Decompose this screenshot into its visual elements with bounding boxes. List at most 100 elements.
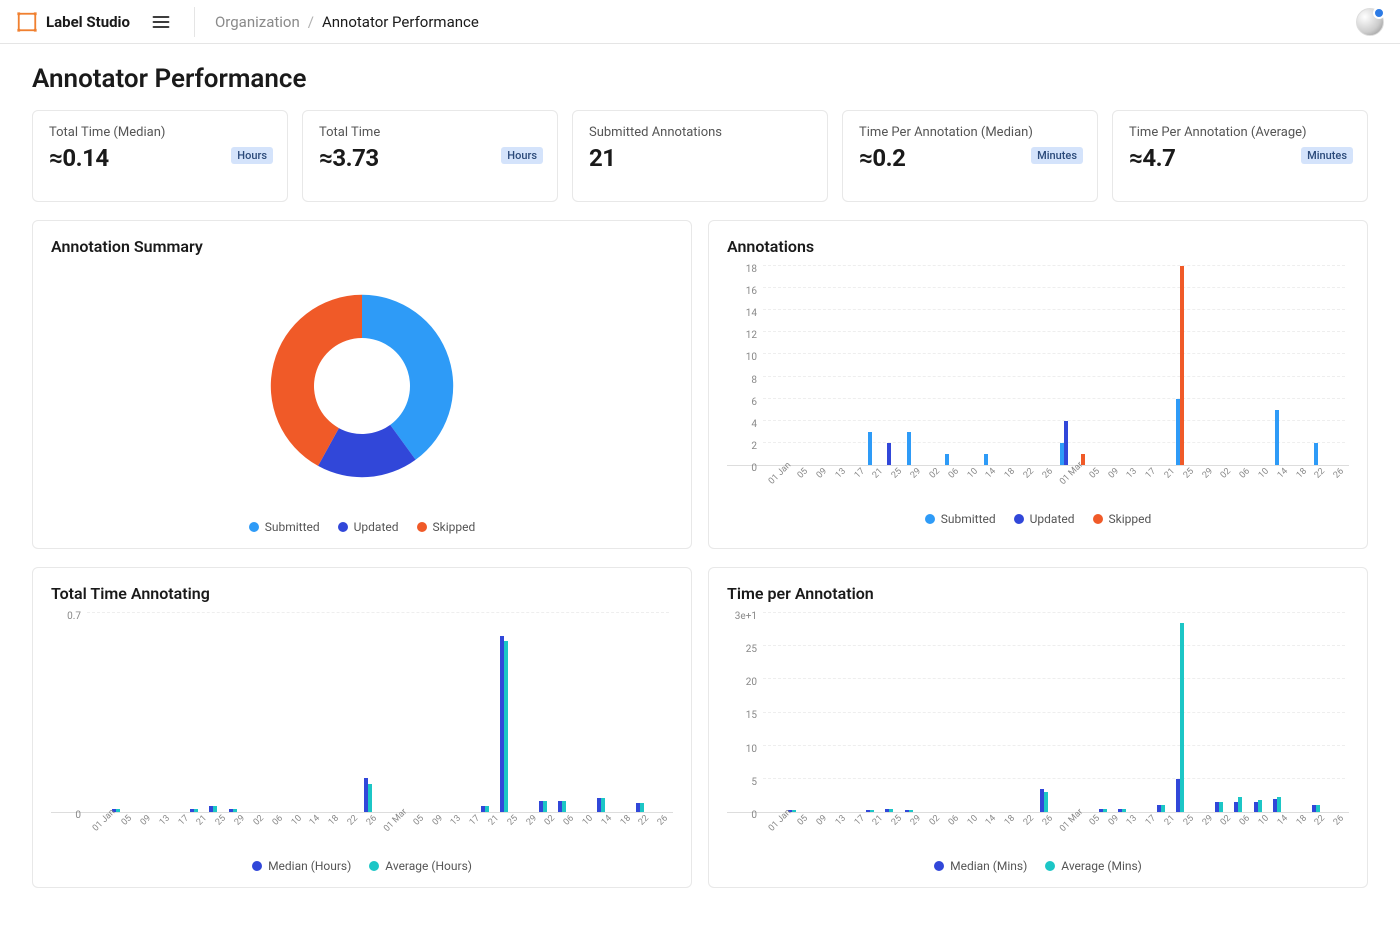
bar xyxy=(485,806,489,812)
bar xyxy=(504,641,508,812)
label-studio-icon xyxy=(16,11,38,33)
bar xyxy=(1103,809,1107,812)
bar xyxy=(233,809,237,812)
annotations-card: Annotations 02468101214161801 Jan0509131… xyxy=(708,220,1368,549)
donut-legend: Submitted Updated Skipped xyxy=(249,520,476,534)
legend-dot xyxy=(1045,861,1055,871)
bar xyxy=(1275,410,1279,465)
bar xyxy=(1316,805,1320,812)
legend-dot xyxy=(934,861,944,871)
kpi-card: Time Per Annotation (Average)≈4.7Minutes xyxy=(1112,110,1368,202)
bar xyxy=(868,432,872,465)
kpi-card: Time Per Annotation (Median)≈0.2Minutes xyxy=(842,110,1098,202)
legend-dot xyxy=(252,861,262,871)
kpi-unit-badge: Minutes xyxy=(1301,147,1353,164)
legend-dot xyxy=(249,522,259,532)
bar xyxy=(194,809,198,812)
kpi-label: Time Per Annotation (Average) xyxy=(1129,125,1351,140)
bar xyxy=(870,810,874,812)
bar xyxy=(601,798,605,812)
legend-item: Skipped xyxy=(417,520,476,534)
bar xyxy=(1122,809,1126,812)
kpi-unit-badge: Hours xyxy=(231,147,273,164)
legend-dot xyxy=(1093,514,1103,524)
chart-title: Total Time Annotating xyxy=(51,584,673,603)
bar xyxy=(792,810,796,812)
kpi-label: Total Time (Median) xyxy=(49,125,271,140)
chart-title: Annotations xyxy=(727,237,1349,256)
chart-row-1: Annotation Summary Submitted Updated Skipp… xyxy=(32,220,1368,549)
bar xyxy=(907,432,911,465)
legend-label: Submitted xyxy=(941,512,996,526)
breadcrumb: Organization / Annotator Performance xyxy=(215,13,479,31)
legend-dot xyxy=(417,522,427,532)
bar xyxy=(116,809,120,812)
bar xyxy=(1258,800,1262,812)
bar xyxy=(1180,623,1184,812)
legend-dot xyxy=(925,514,935,524)
bar xyxy=(1161,805,1165,812)
page-content: Annotator Performance Total Time (Median… xyxy=(0,44,1400,946)
kpi-unit-badge: Hours xyxy=(501,147,543,164)
kpi-unit-badge: Minutes xyxy=(1031,147,1083,164)
kpi-card: Submitted Annotations21 xyxy=(572,110,828,202)
legend-label: Median (Hours) xyxy=(268,859,351,873)
bar xyxy=(1219,802,1223,812)
legend-dot xyxy=(369,861,379,871)
bar xyxy=(1277,797,1281,812)
kpi-card: Total Time (Median)≈0.14Hours xyxy=(32,110,288,202)
bar xyxy=(984,454,988,465)
breadcrumb-current: Annotator Performance xyxy=(322,13,479,31)
total-time-legend: Median (Hours) Average (Hours) xyxy=(51,859,673,873)
legend-dot xyxy=(338,522,348,532)
app-name: Label Studio xyxy=(46,13,130,31)
bar xyxy=(1238,797,1242,812)
bar xyxy=(213,806,217,812)
bar xyxy=(1044,792,1048,812)
chart-row-2: Total Time Annotating 00.701 Jan05091317… xyxy=(32,567,1368,888)
donut-chart xyxy=(242,266,482,506)
annotations-bar-chart: 02468101214161801 Jan0509131721252902061… xyxy=(727,266,1349,490)
legend-item: Submitted xyxy=(249,520,320,534)
menu-button[interactable] xyxy=(148,9,174,35)
time-per-bar-chart: 05101520253e+101 Jan05091317212529020610… xyxy=(727,613,1349,837)
annotation-summary-card: Annotation Summary Submitted Updated Skipp… xyxy=(32,220,692,549)
bar xyxy=(887,443,891,465)
bar xyxy=(543,801,547,812)
bar xyxy=(1180,266,1184,465)
kpi-label: Time Per Annotation (Median) xyxy=(859,125,1081,140)
legend-label: Updated xyxy=(1030,512,1075,526)
divider xyxy=(194,7,195,37)
legend-item: Skipped xyxy=(1093,512,1152,526)
chart-title: Time per Annotation xyxy=(727,584,1349,603)
kpi-label: Total Time xyxy=(319,125,541,140)
logo[interactable]: Label Studio xyxy=(16,11,130,33)
bar xyxy=(909,810,913,812)
legend-label: Average (Hours) xyxy=(385,859,472,873)
user-avatar[interactable] xyxy=(1356,8,1384,36)
legend-label: Submitted xyxy=(265,520,320,534)
bar xyxy=(1064,421,1068,465)
chart-title: Annotation Summary xyxy=(51,237,673,256)
bar xyxy=(1314,443,1318,465)
total-time-card: Total Time Annotating 00.701 Jan05091317… xyxy=(32,567,692,888)
bar xyxy=(889,809,893,812)
legend-label: Median (Mins) xyxy=(950,859,1027,873)
legend-label: Skipped xyxy=(1109,512,1152,526)
kpi-value: 21 xyxy=(589,144,811,172)
legend-item: Average (Hours) xyxy=(369,859,472,873)
page-title: Annotator Performance xyxy=(32,64,1368,94)
kpi-row: Total Time (Median)≈0.14HoursTotal Time≈… xyxy=(32,110,1368,202)
bar xyxy=(368,784,372,812)
bar xyxy=(562,801,566,812)
legend-item: Updated xyxy=(338,520,399,534)
legend-item: Average (Mins) xyxy=(1045,859,1142,873)
time-per-legend: Median (Mins) Average (Mins) xyxy=(727,859,1349,873)
legend-item: Median (Hours) xyxy=(252,859,351,873)
bar xyxy=(640,803,644,812)
breadcrumb-org[interactable]: Organization xyxy=(215,13,300,31)
legend-item: Submitted xyxy=(925,512,996,526)
legend-item: Median (Mins) xyxy=(934,859,1027,873)
legend-dot xyxy=(1014,514,1024,524)
legend-item: Updated xyxy=(1014,512,1075,526)
